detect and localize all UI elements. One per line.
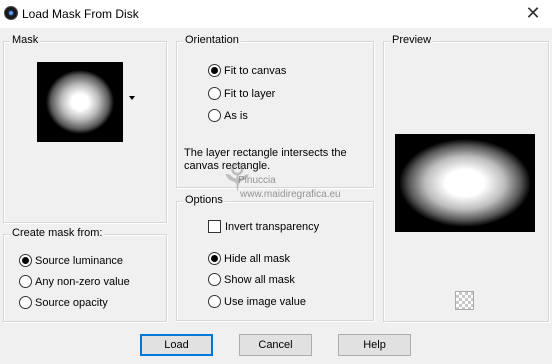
create-mask-from-label: Create mask from: bbox=[10, 227, 105, 239]
radio-indicator[interactable] bbox=[208, 87, 221, 100]
radio-label: Fit to layer bbox=[224, 87, 276, 100]
checkbox-invert-transparency[interactable]: Invert transparency bbox=[208, 220, 319, 233]
window-title: Load Mask From Disk bbox=[22, 7, 139, 21]
help-button[interactable]: Help bbox=[338, 334, 411, 356]
radio-indicator[interactable] bbox=[19, 296, 32, 309]
preview-image bbox=[395, 134, 535, 232]
radio-use-image-value[interactable]: Use image value bbox=[208, 295, 306, 308]
radio-as-is[interactable]: As is bbox=[208, 109, 248, 122]
app-icon bbox=[4, 6, 18, 20]
radio-fit-to-layer[interactable]: Fit to layer bbox=[208, 87, 275, 100]
watermark-site: www.maidiregrafica.eu bbox=[240, 189, 341, 200]
radio-label: Source opacity bbox=[35, 296, 108, 309]
radio-label: Show all mask bbox=[224, 273, 295, 286]
radio-label: Any non-zero value bbox=[35, 275, 130, 288]
radio-indicator[interactable] bbox=[208, 109, 221, 122]
radio-indicator[interactable] bbox=[208, 295, 221, 308]
cancel-button[interactable]: Cancel bbox=[239, 334, 312, 356]
dropdown-arrow-icon[interactable] bbox=[129, 96, 135, 100]
mask-thumbnail[interactable] bbox=[37, 62, 123, 142]
close-button[interactable]: ✕ bbox=[522, 3, 544, 25]
load-button[interactable]: Load bbox=[140, 334, 213, 356]
radio-label: Use image value bbox=[224, 295, 306, 308]
radio-indicator[interactable] bbox=[208, 252, 221, 265]
mask-group-label: Mask bbox=[10, 34, 41, 46]
checkerboard-icon[interactable] bbox=[455, 291, 474, 310]
orientation-info-text: The layer rectangle intersects the canva… bbox=[184, 147, 347, 172]
radio-label: Fit to canvas bbox=[224, 64, 287, 77]
preview-group-label: Preview bbox=[390, 34, 434, 46]
options-group-label: Options bbox=[183, 194, 225, 206]
radio-hide-all-mask[interactable]: Hide all mask bbox=[208, 252, 290, 265]
radio-indicator[interactable] bbox=[208, 64, 221, 77]
title-bar: Load Mask From Disk ✕ bbox=[0, 0, 552, 28]
radio-source-luminance[interactable]: Source luminance bbox=[19, 254, 123, 267]
radio-fit-to-canvas[interactable]: Fit to canvas bbox=[208, 64, 286, 77]
radio-show-all-mask[interactable]: Show all mask bbox=[208, 273, 295, 286]
radio-indicator[interactable] bbox=[19, 254, 32, 267]
checkbox-indicator[interactable] bbox=[208, 220, 221, 233]
radio-label: Hide all mask bbox=[224, 252, 291, 265]
orientation-group-label: Orientation bbox=[183, 34, 241, 46]
radio-indicator[interactable] bbox=[19, 275, 32, 288]
radio-label: As is bbox=[224, 109, 248, 122]
radio-any-non-zero-value[interactable]: Any non-zero value bbox=[19, 275, 130, 288]
radio-indicator[interactable] bbox=[208, 273, 221, 286]
radio-label: Source luminance bbox=[35, 254, 124, 267]
radio-source-opacity[interactable]: Source opacity bbox=[19, 296, 108, 309]
checkbox-label: Invert transparency bbox=[225, 220, 320, 233]
